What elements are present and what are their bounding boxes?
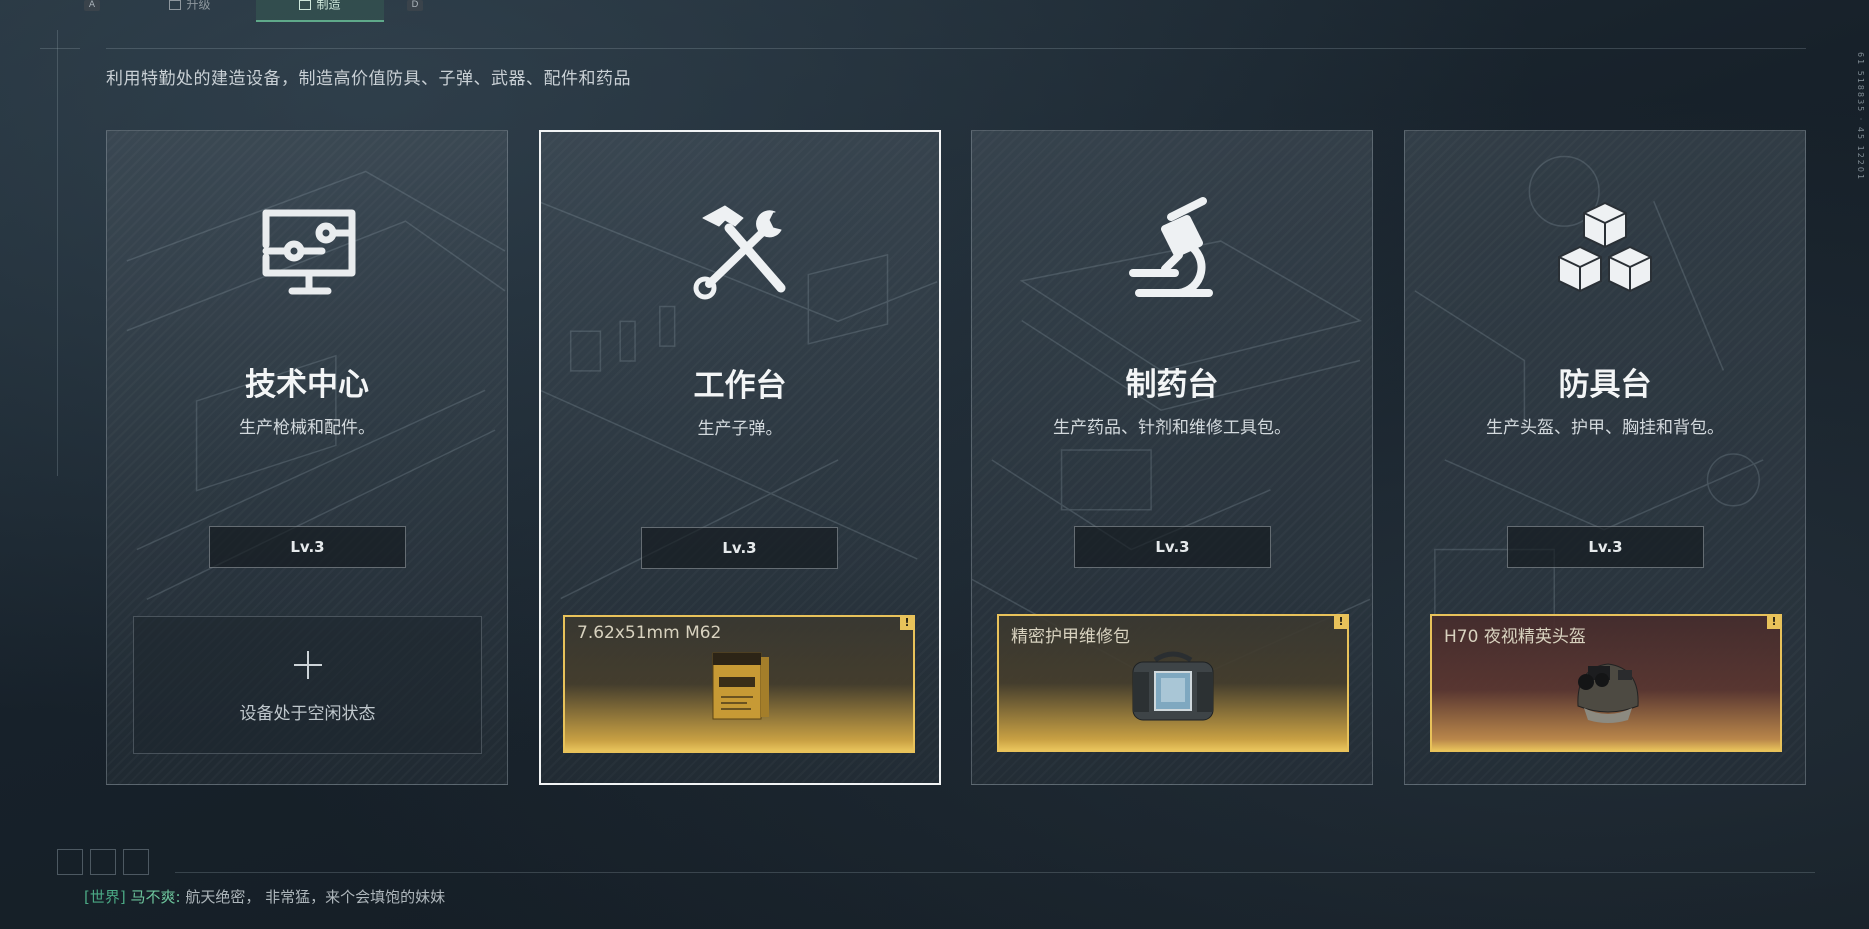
tab-next-key-hint[interactable]: D xyxy=(407,0,423,11)
station-title: 技术中心 xyxy=(245,367,369,403)
chat-user[interactable]: 马不爽: xyxy=(131,888,181,906)
boxes-icon xyxy=(1558,202,1652,292)
add-icon xyxy=(293,651,322,679)
station-level-badge: Lv.3 xyxy=(1074,526,1271,568)
station-level-badge: Lv.3 xyxy=(641,527,838,569)
repair-kit-bag-image xyxy=(1132,651,1214,721)
tab-craft[interactable]: 制造 xyxy=(256,0,384,22)
production-slot[interactable]: 精密护甲维修包 ! xyxy=(997,614,1349,752)
upgrade-icon xyxy=(169,0,182,10)
tab-upgrade[interactable]: 升级 xyxy=(126,0,254,20)
idle-status-text: 设备处于空闲状态 xyxy=(239,704,376,724)
station-level-badge: Lv.3 xyxy=(1507,526,1704,568)
page-subtitle: 利用特勤处的建造设备，制造高价值防具、子弹、武器、配件和药品 xyxy=(106,69,631,89)
tab-prev-key-hint[interactable]: A xyxy=(84,0,100,11)
chat-channel: [世界] xyxy=(84,888,126,906)
product-name: 精密护甲维修包 xyxy=(1011,627,1130,647)
chat-message: 航天绝密， 非常猛，来个会填饱的妹妹 xyxy=(185,888,446,906)
tab-craft-label: 制造 xyxy=(316,0,341,12)
bottom-toolbar xyxy=(57,849,156,879)
station-title: 防具台 xyxy=(1558,367,1652,403)
product-name: H70 夜视精英头盔 xyxy=(1444,627,1586,647)
station-card-armor-bench[interactable]: 防具台 生产头盔、护甲、胸挂和背包。 Lv.3 H70 夜视精英头盔 ! xyxy=(1404,130,1806,785)
station-title: 工作台 xyxy=(693,368,787,404)
alert-icon: ! xyxy=(1767,615,1781,629)
microscope-icon xyxy=(1129,197,1213,297)
toolbar-slot-icon[interactable] xyxy=(90,849,116,875)
frame-top-line xyxy=(106,48,1806,49)
ammo-box-image xyxy=(712,652,769,720)
production-slot[interactable]: 7.62x51mm M62 ! xyxy=(563,615,915,753)
station-card-tech-center[interactable]: 技术中心 生产枪械和配件。 Lv.3 设备处于空闲状态 xyxy=(106,130,508,785)
monitor-circuit-icon xyxy=(262,209,356,295)
chat-line[interactable]: [世界] 马不爽: 航天绝密， 非常猛，来个会填饱的妹妹 xyxy=(84,886,445,907)
station-card-workbench[interactable]: 工作台 生产子弹。 Lv.3 7.62x51mm M62 ! xyxy=(539,130,941,785)
night-vision-helmet-image xyxy=(1577,663,1639,723)
station-description: 生产头盔、护甲、胸挂和背包。 xyxy=(1486,418,1724,438)
toolbar-slot-icon[interactable] xyxy=(57,849,83,875)
station-description: 生产子弹。 xyxy=(697,419,783,439)
alert-icon: ! xyxy=(900,616,914,630)
toolbar-slot-icon[interactable] xyxy=(123,849,149,875)
station-level-badge: Lv.3 xyxy=(209,526,406,568)
product-name: 7.62x51mm M62 xyxy=(577,623,722,643)
frame-corner-line xyxy=(40,48,80,49)
craft-icon xyxy=(299,0,312,10)
production-slot[interactable]: H70 夜视精英头盔 ! xyxy=(1430,614,1782,752)
tab-upgrade-label: 升级 xyxy=(186,0,211,12)
frame-bottom-line xyxy=(175,872,1815,873)
station-title: 制药台 xyxy=(1125,367,1219,403)
station-description: 生产药品、针剂和维修工具包。 xyxy=(1053,418,1291,438)
side-serial-text: 61 518835 · 45 12201 xyxy=(1856,52,1865,182)
station-card-pharmacy[interactable]: 制药台 生产药品、针剂和维修工具包。 Lv.3 精密护甲维修包 ! xyxy=(971,130,1373,785)
alert-icon: ! xyxy=(1334,615,1348,629)
idle-slot[interactable]: 设备处于空闲状态 xyxy=(133,616,482,754)
station-description: 生产枪械和配件。 xyxy=(239,418,375,438)
frame-left-line xyxy=(57,30,58,476)
top-tab-strip: A 升级 制造 D xyxy=(0,0,440,22)
hammer-wrench-icon xyxy=(693,205,786,300)
